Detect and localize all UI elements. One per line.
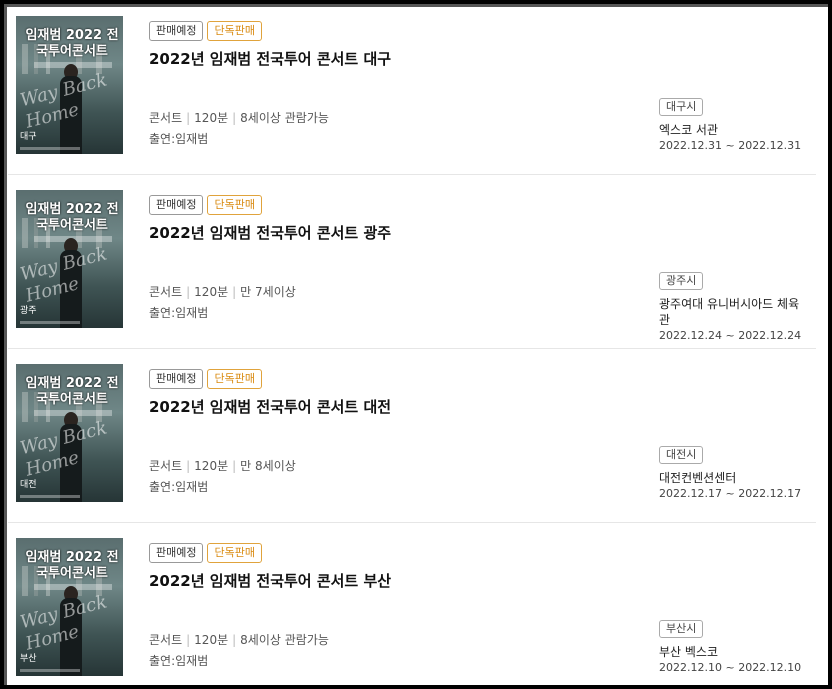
genre: 콘서트 [149, 459, 183, 473]
badges: 판매예정 단독판매 [149, 195, 262, 215]
poster-caption-bar [20, 669, 80, 672]
region-badge: 부산시 [659, 620, 704, 638]
concert-title[interactable]: 2022년 임재범 전국투어 콘서트 대전 [149, 396, 391, 417]
status-badge: 판매예정 [149, 195, 204, 215]
concert-title[interactable]: 2022년 임재범 전국투어 콘서트 대구 [149, 48, 391, 69]
genre: 콘서트 [149, 285, 183, 299]
venue: 대전컨벤션센터 [659, 471, 737, 485]
poster-caption-bar [20, 147, 80, 150]
region-badge: 광주시 [659, 272, 704, 290]
poster-title: 임재범 2022 전국투어콘서트 [25, 202, 119, 233]
age-rating: 8세이상 관람가능 [240, 111, 329, 125]
poster-image[interactable]: 임재범 2022 전국투어콘서트 Way Back Home 대전 [16, 364, 123, 502]
badges: 판매예정 단독판매 [149, 21, 262, 41]
runtime: 120분 [194, 285, 229, 299]
status-badge: 판매예정 [149, 21, 204, 41]
separator: | [232, 111, 237, 125]
cast: 출연:임재범 [149, 480, 209, 494]
poster-city: 대구 [20, 132, 37, 142]
runtime: 120분 [194, 459, 229, 473]
status-badge: 판매예정 [149, 369, 204, 389]
date-range: 2022.12.24 ~ 2022.12.24 [659, 329, 802, 342]
region-badge: 대전시 [659, 446, 704, 464]
poster-image[interactable]: 임재범 2022 전국투어콘서트 Way Back Home 대구 [16, 16, 123, 154]
genre: 콘서트 [149, 111, 183, 125]
exclusive-badge: 단독판매 [207, 543, 262, 563]
poster-city: 대전 [20, 480, 37, 490]
poster-caption-bar [20, 495, 80, 498]
concert-title[interactable]: 2022년 임재범 전국투어 콘서트 광주 [149, 222, 391, 243]
badges: 판매예정 단독판매 [149, 543, 262, 563]
cast: 출연:임재범 [149, 306, 209, 320]
concert-meta: 콘서트 | 120분 | 만 7세이상 [149, 283, 296, 300]
concert-title[interactable]: 2022년 임재범 전국투어 콘서트 부산 [149, 570, 391, 591]
venue: 광주여대 유니버시아드 체육관 [659, 297, 800, 327]
exclusive-badge: 단독판매 [207, 369, 262, 389]
date-range: 2022.12.17 ~ 2022.12.17 [659, 487, 802, 500]
cast: 출연:임재범 [149, 654, 209, 668]
separator: | [186, 633, 191, 647]
list-item[interactable]: 임재범 2022 전국투어콘서트 Way Back Home 광주 판매예정 단… [8, 182, 816, 349]
poster-title: 임재범 2022 전국투어콘서트 [25, 28, 119, 59]
poster-city: 광주 [20, 306, 37, 316]
venue: 부산 벡스코 [659, 645, 719, 659]
list-item[interactable]: 임재범 2022 전국투어콘서트 Way Back Home 대구 판매예정 단… [8, 8, 816, 175]
poster-city: 부산 [20, 654, 37, 664]
cast: 출연:임재범 [149, 132, 209, 146]
concert-meta: 콘서트 | 120분 | 8세이상 관람가능 [149, 109, 329, 126]
runtime: 120분 [194, 111, 229, 125]
exclusive-badge: 단독판매 [207, 195, 262, 215]
poster-title: 임재범 2022 전국투어콘서트 [25, 376, 119, 407]
separator: | [232, 459, 237, 473]
date-range: 2022.12.31 ~ 2022.12.31 [659, 139, 802, 152]
genre: 콘서트 [149, 633, 183, 647]
poster-title: 임재범 2022 전국투어콘서트 [25, 550, 119, 581]
separator: | [186, 285, 191, 299]
list-item[interactable]: 임재범 2022 전국투어콘서트 Way Back Home 대전 판매예정 단… [8, 356, 816, 523]
list-item[interactable]: 임재범 2022 전국투어콘서트 Way Back Home 부산 판매예정 단… [8, 530, 816, 685]
status-badge: 판매예정 [149, 543, 204, 563]
separator: | [232, 285, 237, 299]
venue: 엑스코 서관 [659, 123, 719, 137]
age-rating: 만 8세이상 [240, 459, 296, 473]
badges: 판매예정 단독판매 [149, 369, 262, 389]
separator: | [186, 111, 191, 125]
age-rating: 만 7세이상 [240, 285, 296, 299]
poster-caption-bar [20, 321, 80, 324]
concert-meta: 콘서트 | 120분 | 8세이상 관람가능 [149, 631, 329, 648]
date-range: 2022.12.10 ~ 2022.12.10 [659, 661, 802, 674]
exclusive-badge: 단독판매 [207, 21, 262, 41]
poster-image[interactable]: 임재범 2022 전국투어콘서트 Way Back Home 광주 [16, 190, 123, 328]
region-badge: 대구시 [659, 98, 704, 116]
runtime: 120분 [194, 633, 229, 647]
concert-meta: 콘서트 | 120분 | 만 8세이상 [149, 457, 296, 474]
poster-image[interactable]: 임재범 2022 전국투어콘서트 Way Back Home 부산 [16, 538, 123, 676]
separator: | [232, 633, 237, 647]
age-rating: 8세이상 관람가능 [240, 633, 329, 647]
screenshot-frame: 임재범 2022 전국투어콘서트 Way Back Home 대구 판매예정 단… [0, 0, 832, 689]
separator: | [186, 459, 191, 473]
concert-list: 임재범 2022 전국투어콘서트 Way Back Home 대구 판매예정 단… [8, 8, 824, 681]
